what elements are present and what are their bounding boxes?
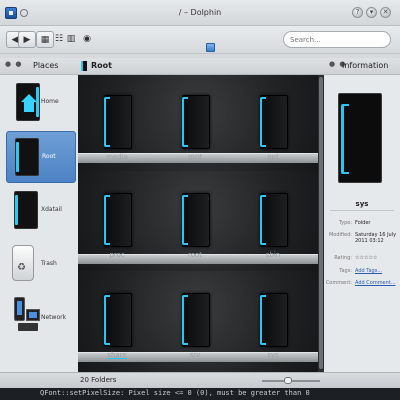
folder-label: media bbox=[106, 153, 128, 161]
toolbar: ◀ ▶ ▦ ☷ ▥ ◉ bbox=[0, 26, 400, 54]
location-folder-icon[interactable] bbox=[206, 43, 215, 52]
folder-item[interactable]: sbin bbox=[240, 193, 306, 289]
status-bar: 20 Folders bbox=[0, 372, 400, 388]
folder-item[interactable]: proc bbox=[84, 193, 150, 289]
preview-icon: ◉ bbox=[83, 34, 91, 44]
folder-item[interactable]: mnt bbox=[162, 95, 228, 191]
info-key: Rating: bbox=[334, 255, 352, 261]
folder-item[interactable]: root bbox=[162, 193, 228, 289]
info-name: sys bbox=[355, 200, 369, 208]
info-key: Comment: bbox=[325, 280, 352, 286]
folder-label: opt bbox=[267, 153, 279, 161]
network-icon bbox=[14, 297, 42, 337]
view-title: Root bbox=[91, 61, 112, 70]
info-title: Information bbox=[342, 61, 389, 70]
terminal-output: QFont::setPixelSize: Pixel size <= 0 (0)… bbox=[0, 388, 400, 400]
panel-handle-icon[interactable]: ● ● bbox=[5, 60, 22, 68]
folder-label: sbin bbox=[265, 251, 281, 259]
rating-stars[interactable]: ☆☆☆☆☆ bbox=[355, 255, 399, 261]
folder-view[interactable]: media mnt opt proc root sbin share srv s… bbox=[78, 75, 324, 372]
info-key: Tags: bbox=[339, 268, 352, 274]
trash-icon bbox=[12, 245, 34, 281]
places-panel: Home Root Xdatail Trash Network bbox=[0, 75, 78, 372]
place-trash[interactable]: Trash bbox=[6, 239, 76, 291]
folder-label: srv bbox=[189, 351, 201, 359]
folder-item[interactable]: srv bbox=[162, 293, 228, 372]
info-key: Type: bbox=[338, 220, 352, 226]
folder-item[interactable]: opt bbox=[240, 95, 306, 191]
folder-label: sys bbox=[267, 351, 279, 359]
zoom-slider[interactable] bbox=[262, 377, 320, 384]
minimize-button[interactable]: ▾ bbox=[366, 7, 377, 18]
root-drive-icon bbox=[15, 138, 39, 176]
place-root[interactable]: Root bbox=[6, 131, 76, 183]
dolphin-window: / – Dolphin ? ▾ ✕ ◀ ▶ ▦ ☷ ▥ ◉ ● ● Places… bbox=[0, 0, 400, 394]
folder-label: mnt bbox=[188, 153, 202, 161]
folder-label: proc bbox=[109, 251, 125, 259]
place-label: Root bbox=[42, 153, 56, 160]
info-panel-header: ● ● Information bbox=[324, 58, 400, 75]
drive-icon bbox=[14, 191, 38, 229]
place-network[interactable]: Network bbox=[6, 293, 76, 345]
info-key: Modified: bbox=[328, 232, 352, 238]
arrow-right-icon: ▶ bbox=[23, 35, 31, 45]
columns-view-icon: ▥ bbox=[66, 34, 76, 44]
status-text: 20 Folders bbox=[80, 376, 117, 384]
place-label: Xdatail bbox=[41, 206, 62, 213]
info-value: Saturday 16 July 2011 03:12 bbox=[355, 232, 397, 244]
forward-button[interactable]: ▶ bbox=[18, 31, 36, 48]
folder-label: root bbox=[187, 251, 203, 259]
help-button[interactable]: ? bbox=[352, 7, 363, 18]
places-panel-header: ● ● Places bbox=[0, 58, 78, 75]
zoom-slider-handle[interactable] bbox=[284, 377, 292, 384]
add-comment-link[interactable]: Add Comment... bbox=[355, 280, 399, 286]
scrollbar-thumb[interactable] bbox=[319, 77, 323, 369]
place-label: Home bbox=[41, 98, 59, 105]
information-panel: sys Type: Folder Modified: Saturday 16 Jul… bbox=[324, 75, 400, 372]
window-title: / – Dolphin bbox=[178, 8, 222, 17]
divider bbox=[330, 210, 394, 211]
view-header: Root bbox=[78, 58, 324, 75]
folder-item[interactable]: media bbox=[84, 95, 150, 191]
preview-folder-icon bbox=[338, 93, 382, 183]
title-bar[interactable]: / – Dolphin ? ▾ ✕ bbox=[0, 0, 400, 26]
info-value: Folder bbox=[355, 220, 371, 226]
add-tags-link[interactable]: Add Tags... bbox=[355, 268, 399, 274]
place-label: Network bbox=[41, 314, 67, 321]
places-title: Places bbox=[33, 61, 59, 70]
folder-item-selected[interactable]: sys bbox=[240, 293, 306, 372]
folder-label: share bbox=[107, 351, 127, 359]
root-folder-icon bbox=[81, 61, 87, 71]
home-icon bbox=[16, 83, 40, 121]
place-label: Trash bbox=[41, 260, 57, 267]
search-box[interactable] bbox=[283, 31, 391, 48]
search-input[interactable] bbox=[290, 34, 386, 46]
place-home[interactable]: Home bbox=[6, 77, 76, 129]
close-button[interactable]: ✕ bbox=[380, 7, 391, 18]
icons-view-icon: ▦ bbox=[40, 35, 50, 45]
preview-button[interactable]: ◉ bbox=[78, 31, 96, 48]
folder-item[interactable]: share bbox=[84, 293, 150, 372]
place-xdatail[interactable]: Xdatail bbox=[6, 185, 76, 237]
